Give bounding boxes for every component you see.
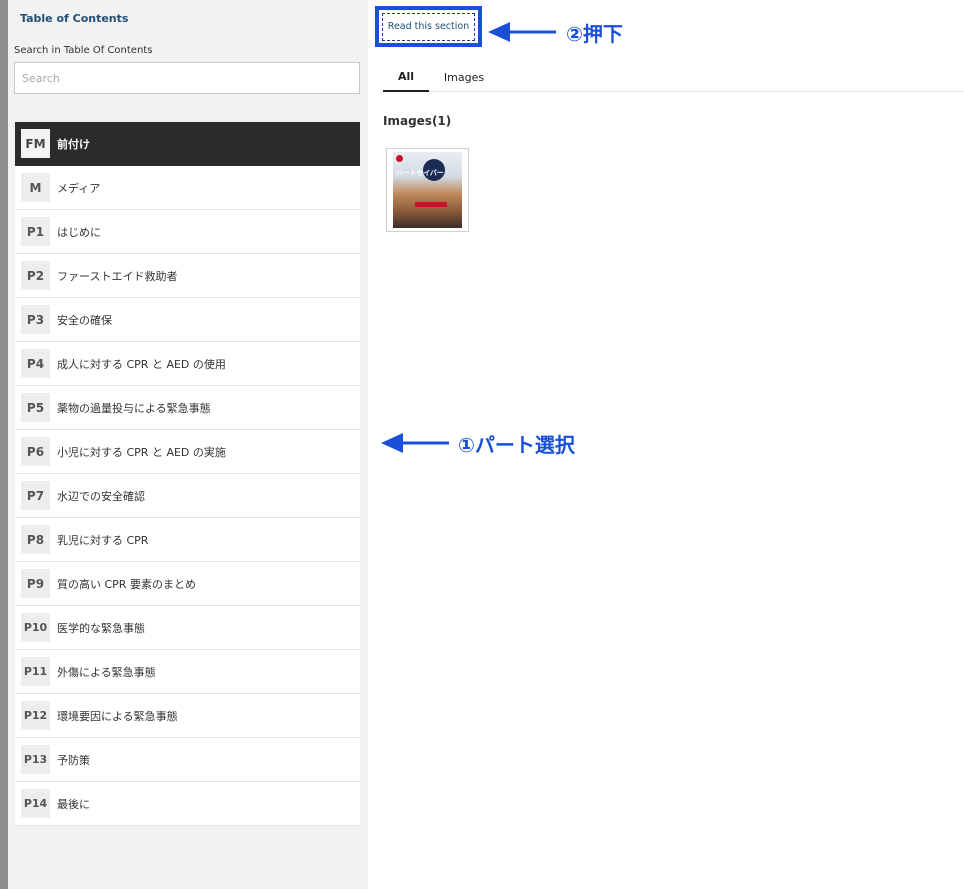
- toc-item-p2[interactable]: P2 ファーストエイド救助者: [15, 254, 360, 298]
- toc-item-code: P6: [21, 437, 50, 466]
- toc-item-label: 医学的な緊急事態: [57, 621, 145, 635]
- toc-item-code: P14: [21, 789, 50, 818]
- toc-item-label: 安全の確保: [57, 313, 112, 327]
- toc-item-label: 外傷による緊急事態: [57, 665, 156, 679]
- toc-item-code: P9: [21, 569, 50, 598]
- toc-item-p13[interactable]: P13 予防策: [15, 738, 360, 782]
- toc-item-code: P13: [21, 745, 50, 774]
- image-thumbnail[interactable]: ハートセイバー: [386, 148, 469, 232]
- toc-item-label: 前付け: [57, 137, 90, 151]
- toc-sidebar: Table of Contents Search in Table Of Con…: [0, 0, 368, 889]
- heart-logo-icon: [396, 155, 403, 162]
- content-tabs: All Images: [383, 62, 964, 92]
- toc-item-code: P8: [21, 525, 50, 554]
- toc-item-label: 小児に対する CPR と AED の実施: [57, 445, 226, 459]
- toc-item-label: 環境要因による緊急事態: [57, 709, 178, 723]
- toc-item-code: P2: [21, 261, 50, 290]
- toc-item-code: P12: [21, 701, 50, 730]
- toc-item-code: P3: [21, 305, 50, 334]
- toc-item-code: P7: [21, 481, 50, 510]
- toc-item-label: 最後に: [57, 797, 90, 811]
- toc-item-p12[interactable]: P12 環境要因による緊急事態: [15, 694, 360, 738]
- images-heading: Images(1): [383, 114, 452, 128]
- toc-item-code: P10: [21, 613, 50, 642]
- cover-title: ハートセイバー: [396, 169, 444, 177]
- toc-item-code: M: [21, 173, 50, 202]
- tab-all[interactable]: All: [383, 62, 429, 92]
- search-label: Search in Table Of Contents: [14, 45, 153, 56]
- toc-item-p14[interactable]: P14 最後に: [15, 782, 360, 826]
- toc-item-p9[interactable]: P9 質の高い CPR 要素のまとめ: [15, 562, 360, 606]
- toc-item-p3[interactable]: P3 安全の確保: [15, 298, 360, 342]
- toc-title: Table of Contents: [20, 12, 129, 25]
- toc-item-code: P4: [21, 349, 50, 378]
- annotation-arrow-step2-icon: [488, 22, 556, 42]
- toc-item-p7[interactable]: P7 水辺での安全確認: [15, 474, 360, 518]
- toc-item-m[interactable]: M メディア: [15, 166, 360, 210]
- toc-item-p8[interactable]: P8 乳児に対する CPR: [15, 518, 360, 562]
- tab-images[interactable]: Images: [435, 62, 493, 92]
- toc-item-p10[interactable]: P10 医学的な緊急事態: [15, 606, 360, 650]
- cover-red-band: [415, 202, 447, 207]
- annotation-step1-text: ①パート選択: [458, 433, 575, 457]
- toc-item-p5[interactable]: P5 薬物の過量投与による緊急事態: [15, 386, 360, 430]
- toc-item-code: P11: [21, 657, 50, 686]
- toc-item-label: ファーストエイド救助者: [57, 269, 178, 283]
- toc-item-label: 薬物の過量投与による緊急事態: [57, 401, 211, 415]
- toc-item-p11[interactable]: P11 外傷による緊急事態: [15, 650, 360, 694]
- toc-item-fm[interactable]: FM 前付け: [15, 122, 360, 166]
- read-section-highlight-box: Read this section: [375, 6, 482, 47]
- read-this-section-button[interactable]: Read this section: [382, 12, 475, 41]
- toc-item-code: FM: [21, 129, 50, 158]
- toc-item-label: 成人に対する CPR と AED の使用: [57, 357, 226, 371]
- toc-item-label: 水辺での安全確認: [57, 489, 145, 503]
- annotation-step2-text: ②押下: [566, 22, 623, 46]
- toc-item-label: 乳児に対する CPR: [57, 533, 149, 547]
- book-cover-image: ハートセイバー: [393, 152, 462, 228]
- toc-item-label: メディア: [57, 181, 101, 195]
- toc-item-p4[interactable]: P4 成人に対する CPR と AED の使用: [15, 342, 360, 386]
- annotation-arrow-step1-icon: [381, 433, 449, 453]
- toc-item-p6[interactable]: P6 小児に対する CPR と AED の実施: [15, 430, 360, 474]
- toc-item-label: 質の高い CPR 要素のまとめ: [57, 577, 196, 591]
- toc-item-label: 予防策: [57, 753, 90, 767]
- toc-list: FM 前付け M メディア P1 はじめに P2 ファーストエイド救助者 P3 …: [15, 122, 360, 826]
- toc-item-label: はじめに: [57, 225, 101, 239]
- toc-item-p1[interactable]: P1 はじめに: [15, 210, 360, 254]
- toc-item-code: P5: [21, 393, 50, 422]
- toc-search-input[interactable]: [14, 62, 360, 94]
- toc-item-code: P1: [21, 217, 50, 246]
